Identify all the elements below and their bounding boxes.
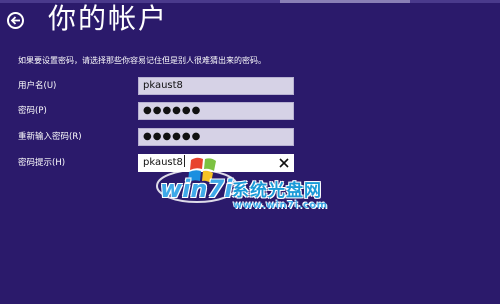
back-button[interactable] (7, 12, 24, 29)
password-value: ●●●●●● (143, 105, 202, 116)
username-value: pkaust8 (143, 80, 183, 91)
reenter-password-value: ●●●●●● (143, 131, 202, 142)
username-label: 用户名(U) (18, 81, 57, 91)
username-field[interactable]: pkaust8 (138, 77, 294, 95)
password-field[interactable]: ●●●●●● (138, 102, 294, 120)
back-arrow-icon (10, 16, 20, 25)
clear-x-icon[interactable] (278, 157, 290, 169)
password-label: 密码(P) (18, 106, 47, 116)
reenter-password-field[interactable]: ●●●●●● (138, 128, 294, 146)
top-accent-highlight (280, 0, 410, 3)
reenter-password-label: 重新输入密码(R) (18, 132, 82, 142)
watermark-url: www.win7i.com (233, 200, 328, 211)
page-title: 你的帐户 (48, 2, 169, 35)
instructions-text: 如果要设置密码，请选择那些你容易记住但是别人很难猜出来的密码。 (18, 56, 266, 65)
watermark-site-name: 系统光盘网 (232, 181, 322, 201)
watermark-brand: win7i (160, 175, 233, 203)
password-hint-label: 密码提示(H) (18, 158, 66, 168)
